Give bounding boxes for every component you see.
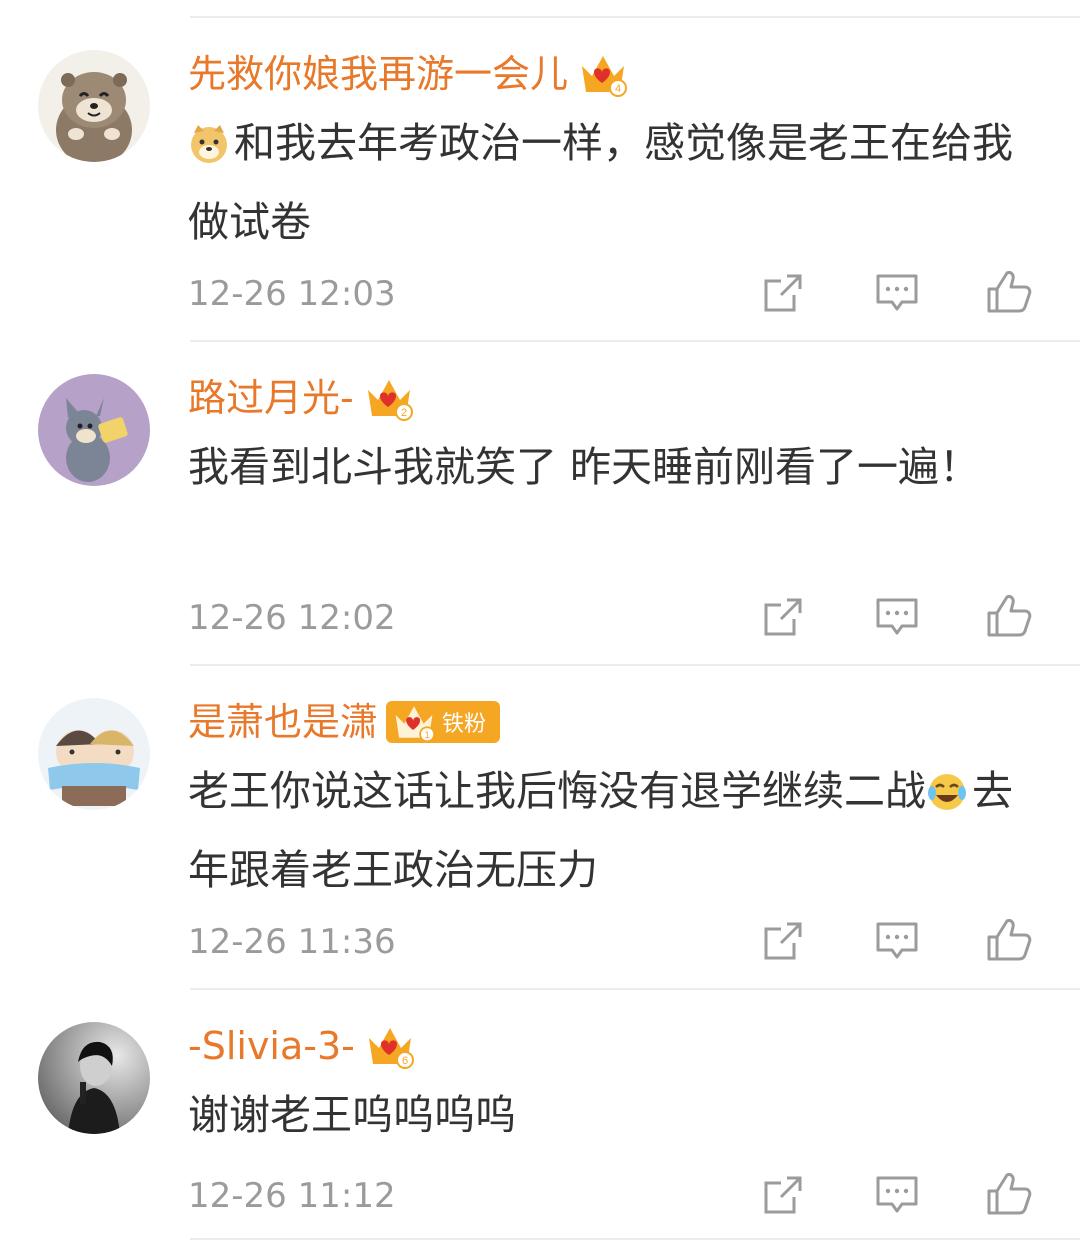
divider bbox=[190, 988, 1080, 990]
comment-text: 我看到北斗我就笑了 昨天睡前刚看了一遍！ bbox=[188, 432, 1018, 503]
divider bbox=[190, 340, 1080, 342]
comment-text: 老王你说这话让我后悔没有退学继续二战 去年跟着老王政治无压力 bbox=[188, 756, 1018, 906]
level-number: 4 bbox=[615, 83, 621, 95]
level-number: 6 bbox=[402, 1055, 408, 1067]
laugh-cry-emoji bbox=[926, 764, 968, 835]
divider bbox=[190, 16, 1080, 18]
share-icon[interactable] bbox=[758, 268, 808, 318]
divider bbox=[190, 664, 1080, 666]
username[interactable]: 是萧也是潇 bbox=[188, 694, 378, 750]
crown-icon: 4 bbox=[578, 50, 628, 98]
timestamp: 12-26 11:12 bbox=[188, 1176, 396, 1216]
avatar[interactable] bbox=[38, 50, 150, 162]
like-icon[interactable] bbox=[984, 266, 1034, 316]
like-icon[interactable] bbox=[984, 914, 1034, 964]
like-icon[interactable] bbox=[984, 590, 1034, 640]
comment-body: 谢谢老王呜呜呜呜 bbox=[188, 1091, 516, 1139]
timestamp: 12-26 12:03 bbox=[188, 274, 396, 314]
comment-body: 和我去年考政治一样，感觉像是老王在给我做试卷 bbox=[188, 119, 1013, 246]
timestamp: 12-26 12:02 bbox=[188, 598, 396, 638]
comment-body: 老王你说这话让我后悔没有退学继续二战 bbox=[188, 767, 926, 815]
crown-icon: 2 bbox=[364, 374, 414, 422]
timestamp: 12-26 11:36 bbox=[188, 922, 396, 962]
comment-icon[interactable] bbox=[872, 916, 922, 966]
crown-icon: 6 bbox=[365, 1022, 415, 1070]
doge-emoji bbox=[188, 116, 230, 187]
avatar[interactable] bbox=[38, 698, 150, 810]
share-icon[interactable] bbox=[758, 916, 808, 966]
username-row: 路过月光- 2 bbox=[188, 370, 414, 426]
fan-badge: 1 铁粉 bbox=[386, 701, 501, 743]
share-icon[interactable] bbox=[758, 1170, 808, 1220]
comment-body: 我看到北斗我就笑了 昨天睡前刚看了一遍！ bbox=[188, 443, 981, 491]
level-number: 2 bbox=[401, 407, 407, 419]
share-icon[interactable] bbox=[758, 592, 808, 642]
divider bbox=[190, 1238, 1080, 1240]
avatar[interactable] bbox=[38, 374, 150, 486]
comment-text: 谢谢老王呜呜呜呜 bbox=[188, 1080, 1018, 1151]
comment-icon[interactable] bbox=[872, 1170, 922, 1220]
badge-label: 铁粉 bbox=[442, 712, 487, 737]
username[interactable]: 先救你娘我再游一会儿 bbox=[188, 46, 568, 102]
level-number: 1 bbox=[424, 730, 429, 741]
avatar[interactable] bbox=[38, 1022, 150, 1134]
username-row: 先救你娘我再游一会儿 4 bbox=[188, 46, 628, 102]
username-row: -Slivia-3- 6 bbox=[188, 1018, 415, 1074]
username-row: 是萧也是潇 1 铁粉 bbox=[188, 694, 501, 750]
comment-icon[interactable] bbox=[872, 592, 922, 642]
comment-icon[interactable] bbox=[872, 268, 922, 318]
crown-icon: 1 bbox=[395, 706, 436, 743]
comment-text: 和我去年考政治一样，感觉像是老王在给我做试卷 bbox=[188, 108, 1018, 258]
username[interactable]: -Slivia-3- bbox=[188, 1018, 355, 1074]
like-icon[interactable] bbox=[984, 1168, 1034, 1218]
username[interactable]: 路过月光- bbox=[188, 370, 354, 426]
